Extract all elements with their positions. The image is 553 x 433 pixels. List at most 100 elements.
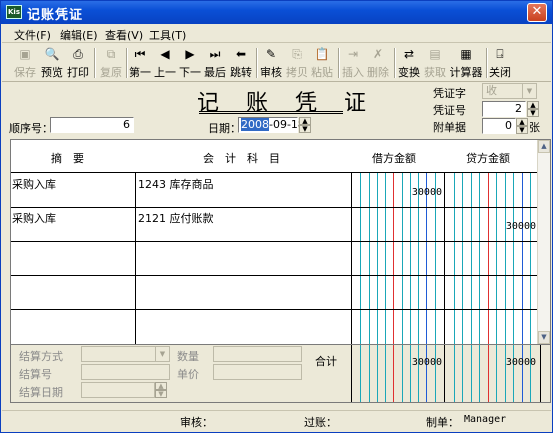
prev-record-icon: ◀ bbox=[160, 47, 170, 61]
seq-field[interactable]: 6 bbox=[50, 117, 134, 133]
restore-button[interactable]: ⧉ 复原 bbox=[98, 46, 124, 80]
voucher-window: Kis 记账凭证 ✕ 文件(F) 编辑(E) 查看(V) 工具(T) ▣ 保存 🔍… bbox=[0, 0, 553, 433]
total-debit: 30000 bbox=[411, 357, 442, 368]
grid-row-divider bbox=[11, 207, 540, 208]
row2-account[interactable]: 2121 应付账款 bbox=[138, 210, 214, 226]
exit-door-icon: ⍈ bbox=[496, 47, 504, 61]
toolbar-separator bbox=[94, 48, 96, 78]
window-title: 记账凭证 bbox=[27, 8, 84, 23]
copy-icon: ⎘ bbox=[292, 47, 302, 61]
row2-summary[interactable]: 采购入库 bbox=[12, 210, 56, 226]
grid-col-divider bbox=[444, 173, 445, 344]
voucher-word-value: 收 bbox=[486, 84, 497, 97]
restore-icon: ⧉ bbox=[106, 47, 116, 61]
col-summary-header: 摘 要 bbox=[51, 152, 84, 165]
menu-bar: 文件(F) 编辑(E) 查看(V) 工具(T) bbox=[2, 25, 551, 43]
voucher-no-spin-up-icon[interactable]: ▲ bbox=[527, 101, 539, 109]
fetch-icon: ▤ bbox=[429, 47, 441, 61]
scroll-down-icon[interactable]: ▼ bbox=[538, 331, 550, 344]
chevron-down-icon: ▼ bbox=[522, 84, 536, 98]
title-bar[interactable]: Kis 记账凭证 ✕ bbox=[1, 1, 552, 24]
save-button[interactable]: ▣ 保存 bbox=[12, 46, 38, 80]
grid-scrollbar[interactable]: ▲ ▼ bbox=[537, 140, 550, 344]
voucher-form: 记 账 凭 证 顺序号： 6 日期： 2008-09-18 ▲ ▼ 凭证字 收 … bbox=[2, 83, 551, 409]
fetch-button[interactable]: ▤ 获取 bbox=[423, 46, 447, 80]
grid-col-divider bbox=[135, 173, 136, 344]
insert-button[interactable]: ⇥ 插入 bbox=[341, 46, 365, 80]
settlement-panel: 结算方式 ▼ 数量 结算号 单价 结算日期 ▲ ▼ 合计 30000 30000 bbox=[10, 345, 551, 403]
grid-col-divider bbox=[444, 345, 445, 402]
audit-status: 审核： bbox=[180, 416, 213, 429]
row1-summary[interactable]: 采购入库 bbox=[12, 176, 56, 192]
col-debit-header: 借方金额 bbox=[372, 152, 416, 165]
copy-button[interactable]: ⎘ 拷贝 bbox=[285, 46, 309, 80]
attach-label: 附单据 bbox=[433, 121, 466, 134]
grid-row-divider bbox=[11, 275, 540, 276]
date-field[interactable]: 2008-09-18 bbox=[238, 117, 305, 133]
next-button[interactable]: ▶ 下一 bbox=[178, 46, 202, 80]
row2-credit[interactable]: 30000 bbox=[444, 221, 536, 232]
voucher-word-select[interactable]: 收 ▼ bbox=[482, 83, 537, 99]
attach-spin-down-icon[interactable]: ▼ bbox=[516, 126, 528, 134]
toolbar-separator bbox=[256, 48, 258, 78]
menu-edit[interactable]: 编辑(E) bbox=[60, 27, 98, 43]
attach-unit: 张 bbox=[529, 121, 540, 134]
menu-view[interactable]: 查看(V) bbox=[105, 27, 143, 43]
exchange-button[interactable]: ⇄ 变换 bbox=[397, 46, 421, 80]
maker-value: Manager bbox=[464, 414, 507, 425]
date-spin-down-icon[interactable]: ▼ bbox=[299, 125, 311, 133]
scroll-up-icon[interactable]: ▲ bbox=[538, 140, 550, 153]
col-account-header: 会 计 科 目 bbox=[203, 152, 280, 165]
grid-col-divider bbox=[351, 345, 352, 402]
total-digit-lines bbox=[360, 345, 531, 402]
voucher-entry-grid: 摘 要 会 计 科 目 借方金额 贷方金额 采购入库 1243 库存商品 300… bbox=[10, 139, 551, 345]
printer-icon: ⎙ bbox=[73, 47, 83, 61]
amount-digit-lines bbox=[360, 173, 531, 344]
insert-row-icon: ⇥ bbox=[347, 47, 359, 61]
menu-file[interactable]: 文件(F) bbox=[14, 27, 51, 43]
close-button[interactable]: ⍈ 关闭 bbox=[488, 46, 512, 80]
maker-label: 制单： bbox=[426, 416, 459, 429]
last-button[interactable]: ⏭ 最后 bbox=[203, 46, 227, 80]
voucher-word-label: 凭证字 bbox=[433, 87, 466, 100]
toolbar-separator bbox=[394, 48, 396, 78]
close-icon[interactable]: ✕ bbox=[527, 3, 547, 22]
menu-tools[interactable]: 工具(T) bbox=[149, 27, 186, 43]
grid-col-divider bbox=[351, 173, 352, 344]
prev-button[interactable]: ◀ 上一 bbox=[153, 46, 177, 80]
row1-account[interactable]: 1243 库存商品 bbox=[138, 176, 214, 192]
paste-icon: 📋 bbox=[314, 47, 330, 61]
voucher-no-spin-down-icon[interactable]: ▼ bbox=[527, 109, 539, 117]
paste-button[interactable]: 📋 粘贴 bbox=[310, 46, 334, 80]
attach-field[interactable]: 0 bbox=[482, 118, 516, 134]
delete-button[interactable]: ✗ 删除 bbox=[366, 46, 390, 80]
row1-debit[interactable]: 30000 bbox=[351, 187, 442, 198]
grid-header: 摘 要 会 计 科 目 借方金额 贷方金额 bbox=[11, 140, 540, 173]
voucher-no-label: 凭证号 bbox=[433, 104, 466, 117]
first-record-icon: ⏮ bbox=[134, 47, 146, 61]
grid-row-divider bbox=[11, 309, 540, 310]
jump-button[interactable]: ⬅ 跳转 bbox=[229, 46, 253, 80]
title-underline bbox=[199, 111, 343, 114]
print-button[interactable]: ⎙ 打印 bbox=[65, 46, 91, 80]
date-label: 日期： bbox=[208, 122, 241, 135]
next-record-icon: ▶ bbox=[185, 47, 195, 61]
save-icon: ▣ bbox=[19, 47, 31, 61]
total-credit: 30000 bbox=[505, 357, 536, 368]
delete-row-icon: ✗ bbox=[372, 47, 384, 61]
calculator-button[interactable]: ▦ 计算器 bbox=[448, 46, 484, 80]
first-button[interactable]: ⏮ 第一 bbox=[128, 46, 152, 80]
date-spin-up-icon[interactable]: ▲ bbox=[299, 117, 311, 125]
audit-button[interactable]: ✎ 审核 bbox=[259, 46, 283, 80]
grid-row-divider bbox=[11, 241, 540, 242]
post-status: 过账： bbox=[304, 416, 337, 429]
jump-arrow-icon: ⬅ bbox=[235, 47, 247, 61]
preview-button[interactable]: 🔍 预览 bbox=[39, 46, 65, 80]
toolbar-separator bbox=[338, 48, 340, 78]
voucher-no-field[interactable]: 2 bbox=[482, 101, 526, 117]
last-record-icon: ⏭ bbox=[209, 47, 221, 61]
audit-icon: ✎ bbox=[265, 47, 277, 61]
status-bar: 审核： 过账： 制单： Manager bbox=[2, 410, 551, 432]
attach-spin-up-icon[interactable]: ▲ bbox=[516, 118, 528, 126]
date-year: 2008 bbox=[241, 118, 269, 131]
